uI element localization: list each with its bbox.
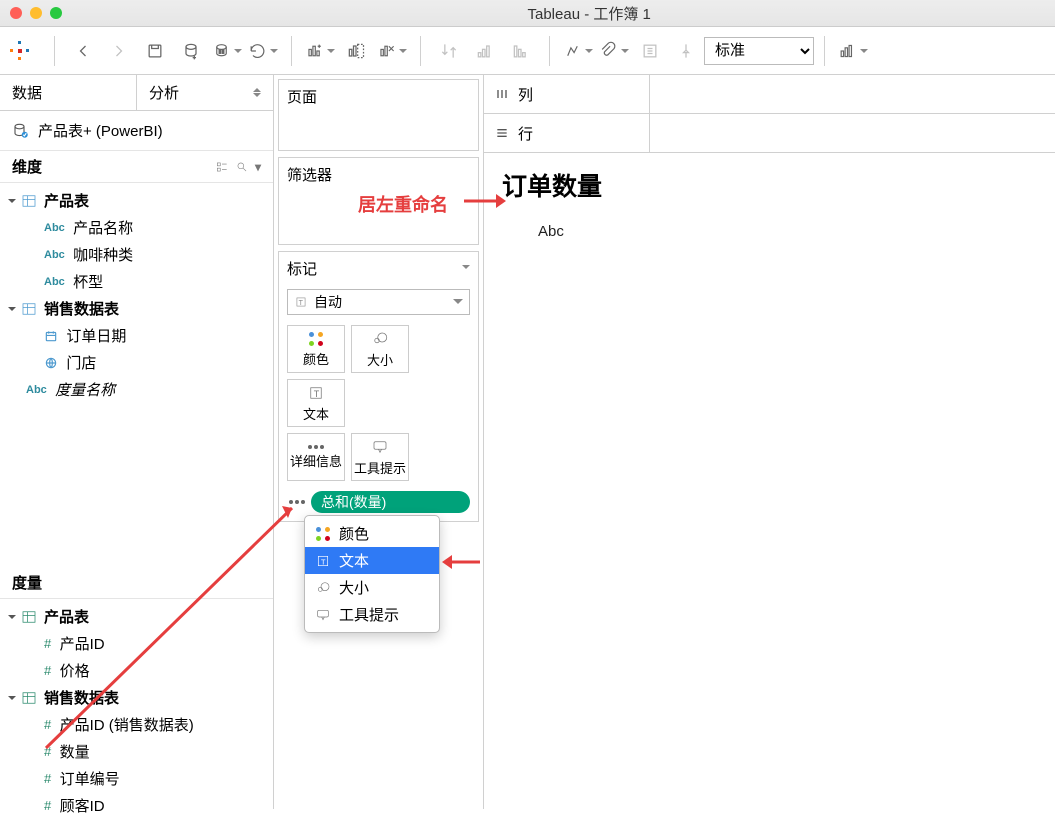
- field-measure-names[interactable]: Abc 度量名称: [0, 376, 273, 403]
- dimensions-tree: 产品表 Abc 产品名称 Abc 咖啡种类 Abc 杯型 销售数据表 订单日期 …: [0, 183, 273, 407]
- window-title: Tableau - 工作簿 1: [528, 3, 651, 24]
- viz-title[interactable]: 订单数量: [502, 167, 1037, 203]
- mark-size-button[interactable]: 大小: [351, 325, 409, 373]
- data-sidebar: 数据 分析 产品表+ (PowerBI) 维度 ▾ 产品表 Abc 产品名称 A…: [0, 75, 274, 809]
- fit-select[interactable]: 标准: [704, 37, 814, 65]
- field-coffee-type[interactable]: Abc 咖啡种类: [0, 241, 273, 268]
- tree-table-sales[interactable]: 销售数据表: [0, 295, 273, 322]
- clear-sheet-button[interactable]: [377, 36, 407, 66]
- field-order-no[interactable]: # 订单编号: [0, 765, 273, 792]
- highlight-button[interactable]: [563, 36, 593, 66]
- datasource-row[interactable]: 产品表+ (PowerBI): [0, 111, 273, 151]
- mark-tooltip-button[interactable]: 工具提示: [351, 433, 409, 481]
- viz-canvas: 列 行 订单数量 Abc: [484, 75, 1055, 809]
- totals-button[interactable]: [635, 36, 665, 66]
- text-icon: T: [307, 384, 325, 402]
- tree-meas-sales[interactable]: 销售数据表: [0, 684, 273, 711]
- field-store[interactable]: 门店: [0, 349, 273, 376]
- show-me-button[interactable]: [838, 36, 868, 66]
- field-quantity[interactable]: # 数量: [0, 738, 273, 765]
- sort-asc-button[interactable]: [470, 36, 500, 66]
- maximize-window-button[interactable]: [50, 7, 62, 19]
- mark-property-dropdown: 颜色 T文本 大小 工具提示: [304, 515, 440, 633]
- tree-table-product[interactable]: 产品表: [0, 187, 273, 214]
- detail-icon: [308, 445, 324, 449]
- field-cup-type[interactable]: Abc 杯型: [0, 268, 273, 295]
- new-sheet-button[interactable]: [305, 36, 335, 66]
- rows-shelf-label[interactable]: 行: [484, 114, 650, 152]
- field-product-id[interactable]: # 产品ID: [0, 630, 273, 657]
- minimize-window-button[interactable]: [30, 7, 42, 19]
- window-titlebar: Tableau - 工作簿 1: [0, 0, 1055, 27]
- svg-text:T: T: [321, 557, 326, 566]
- mark-color-button[interactable]: 颜色: [287, 325, 345, 373]
- field-customer-id[interactable]: # 顾客ID: [0, 792, 273, 819]
- size-icon: [371, 330, 389, 348]
- svg-text:T: T: [299, 300, 304, 307]
- pin-button[interactable]: [671, 36, 701, 66]
- field-order-date[interactable]: 订单日期: [0, 322, 273, 349]
- main-toolbar: 标准: [0, 27, 1055, 75]
- view-list-icon[interactable]: [215, 160, 229, 174]
- field-product-name[interactable]: Abc 产品名称: [0, 214, 273, 241]
- mark-text-button[interactable]: T 文本: [287, 379, 345, 427]
- dimensions-header: 维度 ▾: [0, 151, 273, 183]
- mark-detail-button[interactable]: 详细信息: [287, 433, 345, 481]
- pages-shelf[interactable]: 页面: [278, 79, 479, 151]
- new-datasource-button[interactable]: [176, 36, 206, 66]
- pill-detail-icon[interactable]: [287, 492, 307, 512]
- swap-button[interactable]: [434, 36, 464, 66]
- marks-header[interactable]: 标记: [279, 252, 478, 285]
- field-product-id-sales[interactable]: # 产品ID (销售数据表): [0, 711, 273, 738]
- tree-meas-product[interactable]: 产品表: [0, 603, 273, 630]
- search-icon[interactable]: [235, 160, 249, 174]
- svg-text:T: T: [314, 388, 320, 398]
- measures-header: 度量: [0, 567, 273, 599]
- dropdown-caret-icon[interactable]: ▾: [255, 160, 261, 174]
- field-price[interactable]: # 价格: [0, 657, 273, 684]
- filters-shelf[interactable]: 筛选器: [278, 157, 479, 245]
- measure-pill[interactable]: 总和(数量): [311, 491, 470, 513]
- marks-card: 标记 T自动 颜色 大小 T 文本 详细信息: [278, 251, 479, 522]
- columns-shelf-label[interactable]: 列: [484, 75, 650, 113]
- shelves-panel: 页面 筛选器 标记 T自动 颜色 大小 T 文本 详细信息: [274, 75, 484, 809]
- refresh-button[interactable]: [248, 36, 278, 66]
- dd-size[interactable]: 大小: [305, 574, 439, 601]
- color-icon: [308, 331, 324, 347]
- columns-drop[interactable]: [650, 75, 1055, 113]
- tab-data[interactable]: 数据: [0, 75, 137, 110]
- dd-text[interactable]: T文本: [305, 547, 439, 574]
- mark-type-select[interactable]: T自动: [287, 289, 470, 315]
- forward-button[interactable]: [104, 36, 134, 66]
- tooltip-icon: [371, 438, 389, 456]
- viz-cell: Abc: [538, 223, 1037, 240]
- attachment-button[interactable]: [599, 36, 629, 66]
- back-button[interactable]: [68, 36, 98, 66]
- measures-tree: 产品表 # 产品ID # 价格 销售数据表 # 产品ID (销售数据表) # 数…: [0, 599, 273, 823]
- tab-analysis[interactable]: 分析: [137, 75, 273, 110]
- duplicate-sheet-button[interactable]: [341, 36, 371, 66]
- sort-desc-button[interactable]: [506, 36, 536, 66]
- dd-tooltip[interactable]: 工具提示: [305, 601, 439, 628]
- save-button[interactable]: [140, 36, 170, 66]
- pause-updates-button[interactable]: [212, 36, 242, 66]
- rows-drop[interactable]: [650, 114, 1055, 152]
- dd-color[interactable]: 颜色: [305, 520, 439, 547]
- close-window-button[interactable]: [10, 7, 22, 19]
- tableau-logo-icon[interactable]: [8, 39, 32, 63]
